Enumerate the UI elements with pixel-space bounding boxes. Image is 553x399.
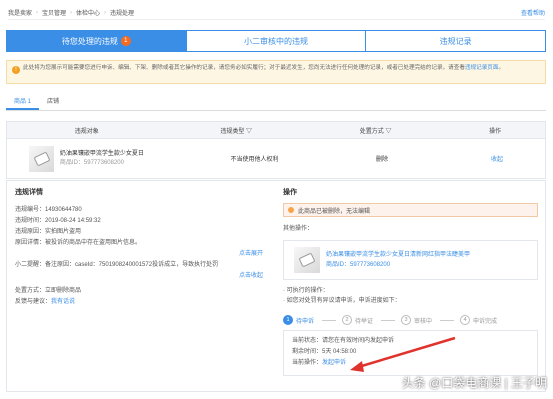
records-link[interactable]: 违规记录页面 — [465, 65, 499, 71]
column-header[interactable]: 违规类型 ▽ — [166, 126, 305, 135]
expand-link[interactable]: 点击展开 — [239, 251, 263, 257]
help-link[interactable]: 查看帮助 — [521, 8, 545, 17]
collapse-link[interactable]: 收起 — [449, 154, 545, 163]
product-info: 奶油果镶嵌甲流学生款少女夏日 商品ID：597773608200 — [60, 150, 194, 168]
tab-records[interactable]: 违规记录 — [366, 31, 546, 51]
breadcrumb-item[interactable]: 宝贝管理 — [42, 8, 66, 17]
product-id: 商品ID：597773608200 — [59, 159, 124, 166]
breadcrumb-item[interactable]: 体检中心 — [76, 8, 100, 17]
breadcrumb-separator: › — [104, 9, 107, 16]
step-item: 2 待举证 — [342, 315, 373, 325]
subtab-shop[interactable]: 店铺 — [39, 95, 67, 110]
notice-text-end: 。 — [498, 65, 505, 71]
breadcrumb: 我是卖家 › 宝贝管理 › 体检中心 › 违规处理 查看帮助 — [8, 6, 545, 20]
deleted-warning: 此商品已被删除，无法编辑 — [283, 203, 538, 217]
notice-banner: ! 此处将为您展示可能需要您进行申诉、编辑、下架、删除或者其它操作的记录，请您务… — [6, 60, 546, 84]
status-current-label: 当前操作： — [292, 360, 323, 366]
notice-text: 此处将为您展示可能需要您进行申诉、编辑、下架、删除或者其它操作的记录，请您务必如… — [23, 65, 465, 71]
product-title-link[interactable]: 奶油果镶嵌甲流学生款少女夏日清新网红指甲法睫美甲 — [326, 250, 470, 260]
operation-title: 操作 — [283, 189, 297, 196]
collapse-detail-link[interactable]: 点击收起 — [239, 273, 263, 279]
violation-tabs: 待您处理的违规 1 小二审核中的违规 违规记录 — [6, 30, 546, 52]
tab-pending-label: 待您处理的违规 — [61, 36, 118, 46]
detail-field: 反馈与建议： — [15, 299, 52, 305]
detail-field: 处置方式：立即删除商品 — [15, 288, 82, 294]
status-state: 当前状态：请您在有效时间内发起申诉 — [292, 338, 395, 344]
other-ops-label: 其他操作： — [283, 226, 314, 232]
detail-field: 违规原因：实拍图片盗用 — [15, 229, 82, 235]
table-row: 奶油果镶嵌甲流学生款少女夏日 商品ID：597773608200 不当使用他人权… — [6, 139, 546, 179]
step-item: 3 审核中 — [401, 315, 432, 325]
warning-icon: ! — [12, 66, 20, 74]
object-subtabs: 商品 1 店铺 — [6, 95, 546, 111]
breadcrumb-separator: › — [36, 9, 39, 16]
detail-field: 违规编号：14930644780 — [15, 207, 82, 213]
step-item: 1 待申诉 — [283, 315, 314, 325]
subtab-goods[interactable]: 商品 1 — [6, 95, 40, 110]
product-thumbnail[interactable] — [294, 247, 320, 273]
product-title[interactable]: 奶油果镶嵌甲流学生款少女夏日 — [60, 150, 194, 159]
tab-reviewing[interactable]: 小二审核中的违规 — [186, 31, 367, 51]
step-connector — [322, 319, 337, 321]
column-header[interactable]: 处置方式 ▽ — [306, 126, 445, 135]
feedback-link[interactable]: 我有话说 — [51, 299, 75, 305]
breadcrumb-separator: › — [70, 9, 73, 16]
product-id: 商品ID：597773608200 — [326, 262, 391, 268]
tip-line: · 可执行的操作： — [283, 288, 329, 294]
warning-dot-icon — [288, 207, 294, 213]
appeal-button[interactable]: 发起申诉 — [322, 360, 346, 366]
breadcrumb-item: 违规处理 — [110, 11, 135, 17]
tab-pending[interactable]: 待您处理的违规 1 — [7, 31, 187, 51]
detail-field: 原因详情：被投诉的商品中存在盗用图片信息。 — [15, 240, 142, 246]
column-header: 违规对象 — [74, 128, 99, 135]
product-card: 奶油果镶嵌甲流学生款少女夏日清新网红指甲法睫美甲 商品ID：5977736082… — [283, 240, 538, 280]
step-connector — [440, 319, 455, 321]
column-header: 操作 — [489, 128, 502, 135]
watermark-text: 头条 @口袋电商课 | 王子明 — [401, 376, 547, 390]
tip-line: · 如您对处罚有异议请申诉，申诉进度如下： — [283, 298, 401, 304]
detail-left: 违规详情 违规编号：14930644780 违规时间：2019-08-24 14… — [15, 187, 265, 308]
detail-title: 违规详情 — [15, 189, 43, 196]
table-header: 违规对象 违规类型 ▽ 处置方式 ▽ 操作 — [6, 121, 546, 139]
product-thumbnail[interactable] — [29, 145, 54, 172]
detail-field: 违规时间：2019-08-24 14:59:32 — [15, 218, 101, 224]
tab-records-label: 违规记录 — [439, 36, 472, 46]
detail-field: 小二提醒：备注原因：caseId：7501908240001572投诉成立，导致… — [15, 262, 219, 268]
penalty-action: 删除 — [376, 157, 389, 163]
appeal-progress: 1 待申诉 2 待举证 3 审核中 4 申诉完成 — [283, 312, 538, 328]
breadcrumb-item[interactable]: 我是卖家 — [8, 8, 32, 17]
violation-type: 不当使用他人权利 — [230, 157, 279, 163]
step-connector — [381, 319, 396, 321]
appeal-status-box: 当前状态：请您在有效时间内发起申诉 剩余时间：5天 04:58:00 当前操作：… — [283, 330, 538, 376]
status-remaining: 剩余时间：5天 04:58:00 — [292, 349, 357, 355]
operation-panel: 操作 此商品已被删除，无法编辑 其他操作： 奶油果镶嵌甲流学生款少女夏日清新网红… — [283, 187, 538, 376]
deleted-warning-text: 此商品已被删除，无法编辑 — [298, 208, 371, 215]
step-item: 4 申诉完成 — [460, 315, 497, 325]
pending-count-badge: 1 — [120, 36, 131, 46]
violation-detail-panel: 违规详情 违规编号：14930644780 违规时间：2019-08-24 14… — [6, 180, 546, 392]
tab-reviewing-label: 小二审核中的违规 — [244, 36, 308, 46]
